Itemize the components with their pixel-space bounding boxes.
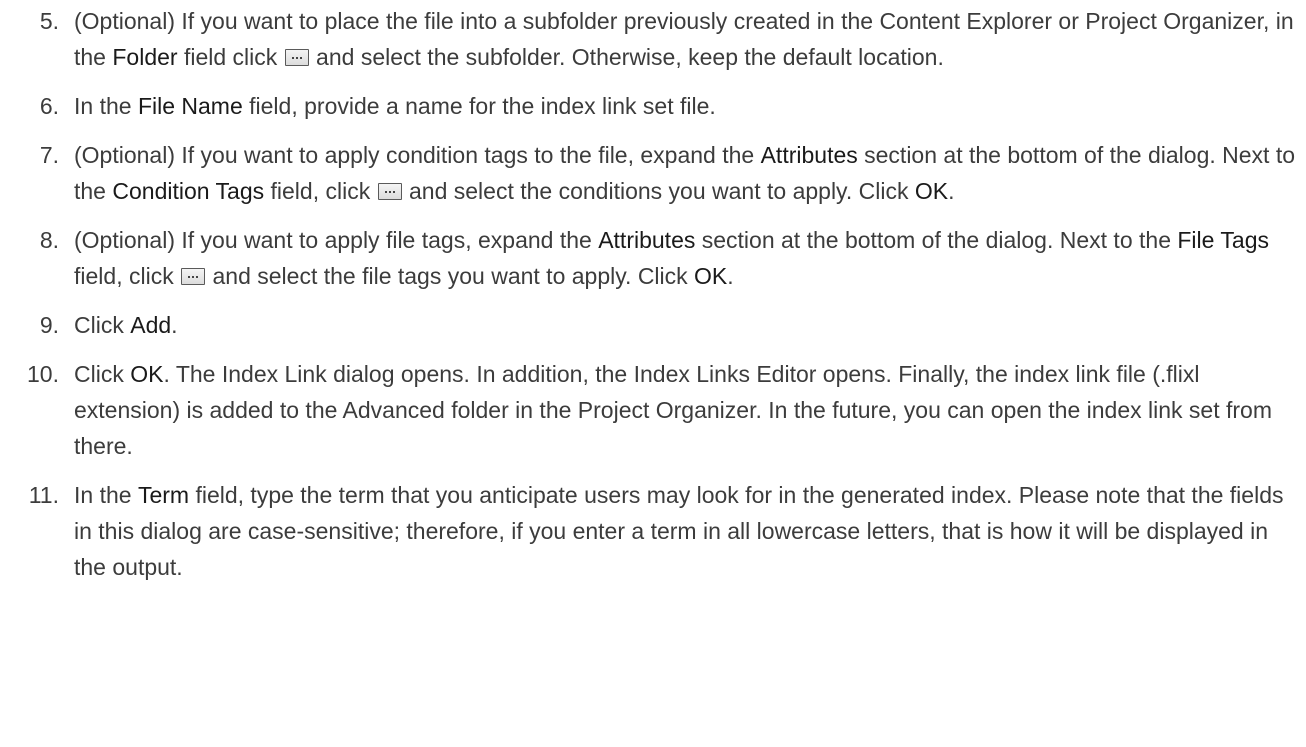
step-text: field click: [177, 44, 284, 70]
ui-term-folder: Folder: [112, 44, 178, 70]
step-text: and select the subfolder. Otherwise, kee…: [309, 44, 944, 70]
step-11: 11. In the Term field, type the term tha…: [0, 477, 1306, 585]
step-8: 8. (Optional) If you want to apply file …: [0, 222, 1306, 294]
ui-term-ok: OK: [130, 361, 164, 387]
ui-term-ok: OK: [914, 178, 949, 204]
step-number: 11.: [28, 482, 59, 508]
step-text: .: [171, 312, 178, 338]
step-text: field, provide a name for the index link…: [242, 93, 716, 119]
step-text: and select the file tags you want to app…: [206, 263, 695, 289]
step-7: 7. (Optional) If you want to apply condi…: [0, 137, 1306, 209]
instruction-steps-list: 5. (Optional) If you want to place the f…: [0, 0, 1306, 580]
step-10: 10. Click OK. The Index Link dialog open…: [0, 356, 1306, 464]
ellipsis-browse-icon: [284, 49, 309, 66]
ellipsis-browse-icon: [377, 183, 402, 200]
step-text: field, click: [264, 178, 377, 204]
ui-term-term: Term: [137, 482, 190, 508]
step-text: field, type the term that you anticipate…: [74, 482, 1284, 580]
step-number: 9.: [39, 312, 59, 338]
step-number: 8.: [39, 227, 59, 253]
ui-term-attributes: Attributes: [760, 142, 858, 168]
step-number: 5.: [39, 8, 59, 34]
step-text: .: [948, 178, 955, 204]
step-text: Click: [74, 312, 131, 338]
step-text: and select the conditions you want to ap…: [402, 178, 915, 204]
step-6: 6. In the File Name field, provide a nam…: [0, 88, 1306, 124]
ui-term-file-name: File Name: [137, 93, 243, 119]
step-number: 6.: [39, 93, 59, 119]
step-text: .: [727, 263, 734, 289]
step-text: (Optional) If you want to apply file tag…: [74, 227, 599, 253]
ui-term-attributes: Attributes: [598, 227, 696, 253]
step-text: (Optional) If you want to apply conditio…: [74, 142, 761, 168]
step-text: . The Index Link dialog opens. In additi…: [74, 361, 1272, 459]
ui-term-ok: OK: [694, 263, 728, 289]
step-text: section at the bottom of the dialog. Nex…: [695, 227, 1178, 253]
ui-term-condition-tags: Condition Tags: [112, 178, 265, 204]
step-9: 9. Click Add.: [0, 307, 1306, 343]
ui-term-file-tags: File Tags: [1177, 227, 1269, 253]
step-number: 7.: [39, 142, 59, 168]
step-text: field, click: [74, 263, 181, 289]
step-number: 10.: [27, 361, 59, 387]
step-text: In the: [74, 93, 138, 119]
step-text: Click: [74, 361, 131, 387]
ellipsis-browse-icon: [181, 268, 206, 285]
step-text: In the: [74, 482, 138, 508]
ui-term-add: Add: [130, 312, 172, 338]
step-5: 5. (Optional) If you want to place the f…: [0, 3, 1306, 75]
